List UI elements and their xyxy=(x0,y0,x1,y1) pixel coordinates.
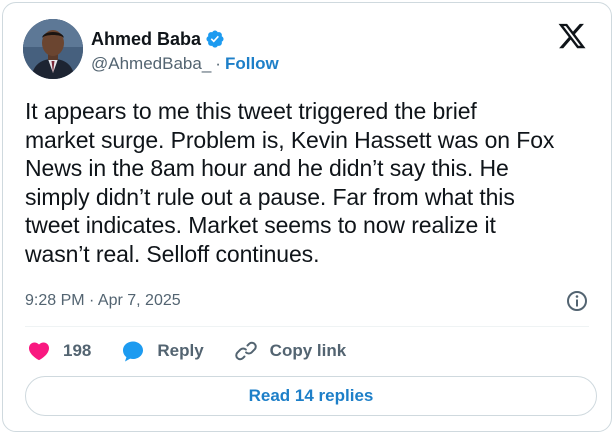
read-replies-label: Read 14 replies xyxy=(248,386,374,405)
copy-link-label: Copy link xyxy=(269,341,347,360)
divider xyxy=(25,326,589,327)
verified-badge-icon xyxy=(205,29,225,49)
like-button[interactable]: 198 xyxy=(27,339,91,363)
author-display-name[interactable]: Ahmed Baba xyxy=(91,29,201,50)
info-icon[interactable] xyxy=(565,289,589,313)
heart-icon xyxy=(28,342,50,361)
tweet-header: Ahmed Baba @AhmedBaba_ · Follow xyxy=(23,19,591,83)
tweet-timestamp[interactable]: 9:28 PM · Apr 7, 2025 xyxy=(25,292,181,309)
tweet-meta: 9:28 PM · Apr 7, 2025 xyxy=(25,289,593,313)
tweet-card: Ahmed Baba @AhmedBaba_ · Follow It appea… xyxy=(2,2,612,432)
reply-button[interactable]: Reply xyxy=(121,339,204,363)
reply-label: Reply xyxy=(157,341,204,360)
author-handle[interactable]: @AhmedBaba_ xyxy=(91,54,211,74)
follow-button[interactable]: Follow xyxy=(225,54,279,74)
copy-link-button[interactable]: Copy link xyxy=(234,339,347,363)
link-icon xyxy=(234,341,257,361)
speech-bubble-icon xyxy=(123,341,144,362)
separator: · xyxy=(215,54,221,73)
author-info: Ahmed Baba @AhmedBaba_ · Follow xyxy=(91,27,279,74)
tweet-text: It appears to me this tweet triggered th… xyxy=(25,98,555,267)
like-count: 198 xyxy=(63,341,92,360)
avatar[interactable] xyxy=(23,19,83,79)
action-bar: 198 Reply Copy link xyxy=(27,337,376,365)
read-replies-button[interactable]: Read 14 replies xyxy=(25,376,597,416)
x-logo[interactable] xyxy=(557,21,587,51)
